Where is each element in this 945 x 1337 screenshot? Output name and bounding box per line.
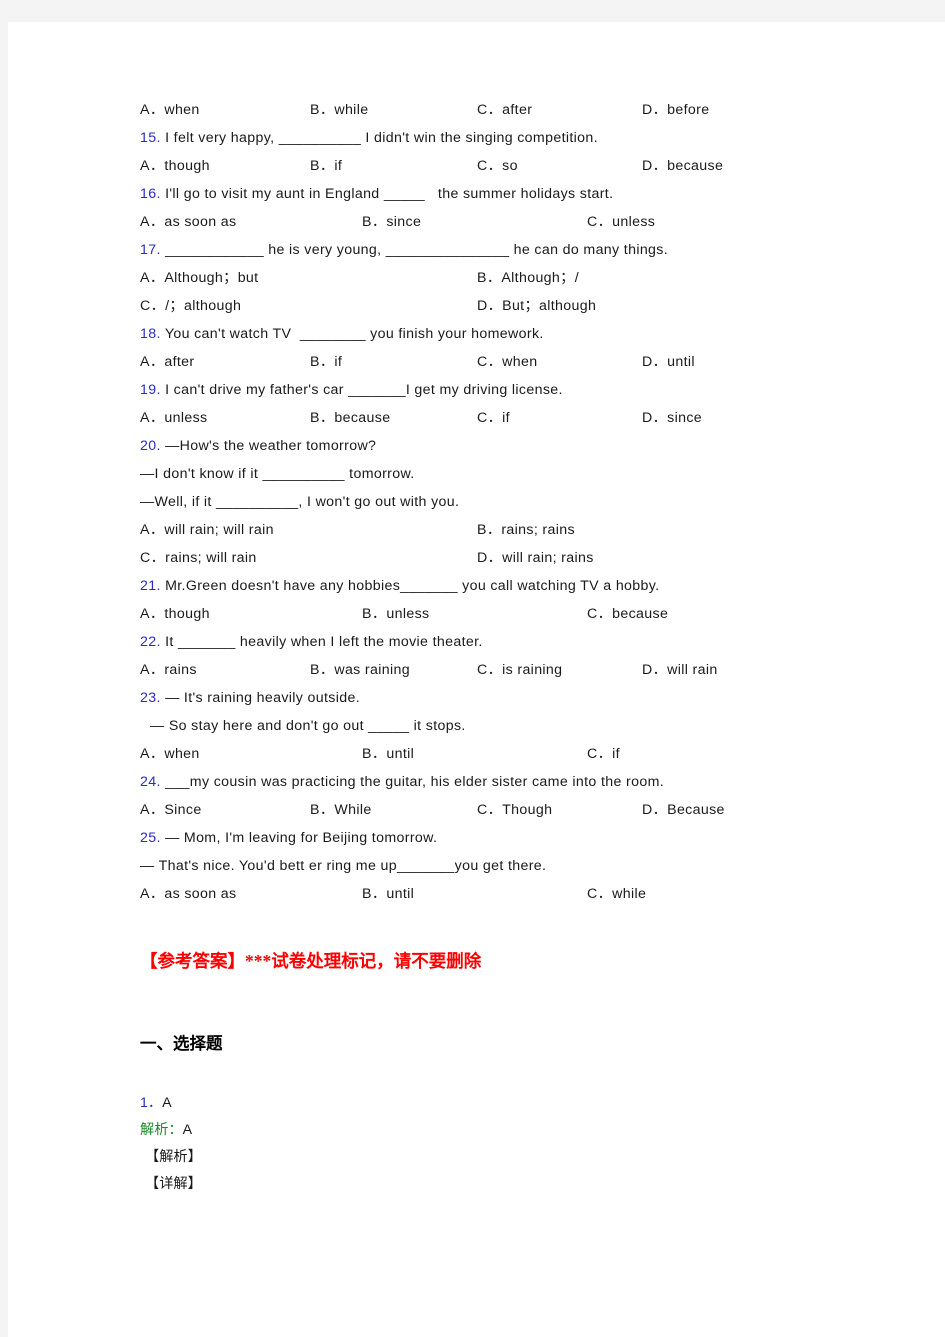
detail-bracket: 【详解】 (145, 1176, 202, 1192)
question-text: — It's raining heavily outside. (160, 690, 361, 706)
analysis-line: 解析：A (140, 1117, 880, 1144)
option-row: A．after B．if C．when D．until (140, 348, 880, 376)
option-a[interactable]: A．rains (140, 656, 197, 684)
option-b[interactable]: B．since (362, 208, 421, 236)
option-row: C．rains; will rain D．will rain; rains (140, 544, 880, 572)
option-c[interactable]: C．unless (587, 208, 655, 236)
question-stem: 24. ___my cousin was practicing the guit… (140, 768, 880, 796)
question-text: I felt very happy, __________ I didn't w… (160, 130, 598, 146)
option-c[interactable]: C．while (587, 880, 646, 908)
answer-value: A (162, 1095, 172, 1111)
question-stem: 23. — It's raining heavily outside. (140, 684, 880, 712)
option-row: A．when B．while C．after D．before (140, 96, 880, 124)
option-c[interactable]: C．Though (477, 796, 552, 824)
option-b[interactable]: B．because (310, 404, 390, 432)
option-row: A．though B．if C．so D．because (140, 152, 880, 180)
question-stem: 15. I felt very happy, __________ I didn… (140, 124, 880, 152)
dialogue-line: —Well, if it __________, I won't go out … (140, 494, 460, 510)
option-c[interactable]: C．/；although (140, 292, 241, 320)
option-d[interactable]: D．because (642, 152, 723, 180)
option-a[interactable]: A．though (140, 152, 210, 180)
dialogue-line: —I don't know if it __________ tomorrow. (140, 466, 415, 482)
question-stem: 19. I can't drive my father's car ______… (140, 376, 880, 404)
analysis-bracket: 【解析】 (145, 1149, 202, 1165)
option-d[interactable]: D．until (642, 348, 695, 376)
option-b[interactable]: B．until (362, 880, 414, 908)
question-text: Mr.Green doesn't have any hobbies_______… (160, 578, 660, 594)
dialogue-line: — So stay here and don't go out _____ it… (150, 718, 466, 734)
document-content: A．when B．while C．after D．before 15. I fe… (140, 96, 880, 1198)
option-a[interactable]: A．after (140, 348, 195, 376)
option-a[interactable]: A．when (140, 96, 200, 124)
option-d[interactable]: D．will rain; rains (477, 544, 594, 572)
question-text: It _______ heavily when I left the movie… (160, 634, 483, 650)
analysis-label: 解析： (140, 1122, 183, 1138)
option-d[interactable]: D．will rain (642, 656, 718, 684)
option-d[interactable]: D．But；although (477, 292, 596, 320)
option-b[interactable]: B．was raining (310, 656, 410, 684)
option-row: C．/；although D．But；although (140, 292, 880, 320)
option-a[interactable]: A．Since (140, 796, 202, 824)
question-stem: 21. Mr.Green doesn't have any hobbies___… (140, 572, 880, 600)
answer-number-line: 1．A (140, 1090, 880, 1117)
question-text: I'll go to visit my aunt in England ____… (160, 186, 614, 202)
option-c[interactable]: C．rains; will rain (140, 544, 257, 572)
option-row: A．Although；but B．Although；/ (140, 264, 880, 292)
option-row: A．as soon as B．until C．while (140, 880, 880, 908)
option-d[interactable]: D．before (642, 96, 709, 124)
answer-item: 1．A 解析：A 【解析】 【详解】 (140, 1090, 880, 1198)
option-a[interactable]: A．as soon as (140, 880, 236, 908)
option-c[interactable]: C．so (477, 152, 518, 180)
option-a[interactable]: A．Although；but (140, 264, 258, 292)
option-c[interactable]: C．if (587, 740, 620, 768)
question-stem: 25. — Mom, I'm leaving for Beijing tomor… (140, 824, 880, 852)
analysis-value: A (182, 1122, 193, 1138)
question-stem: 17. ____________ he is very young, _____… (140, 236, 880, 264)
option-b[interactable]: B．rains; rains (477, 516, 575, 544)
option-d[interactable]: D．Because (642, 796, 725, 824)
option-row: A．Since B．While C．Though D．Because (140, 796, 880, 824)
option-b[interactable]: B．Although；/ (477, 264, 579, 292)
option-c[interactable]: C．is raining (477, 656, 562, 684)
answer-key-marker: 【参考答案】***试卷处理标记，请不要删除 (140, 951, 482, 971)
option-row: A．as soon as B．since C．unless (140, 208, 880, 236)
question-text: I can't drive my father's car _______I g… (160, 382, 563, 398)
option-c[interactable]: C．because (587, 600, 668, 628)
question-text: ____________ he is very young, _________… (160, 242, 669, 258)
option-row: A．unless B．because C．if D．since (140, 404, 880, 432)
question-stem: 16. I'll go to visit my aunt in England … (140, 180, 880, 208)
option-row: A．will rain; will rain B．rains; rains (140, 516, 880, 544)
option-b[interactable]: B．While (310, 796, 372, 824)
option-a[interactable]: A．though (140, 600, 210, 628)
option-b[interactable]: B．while (310, 96, 368, 124)
answers-section-heading: 一、选择题 (140, 1034, 223, 1053)
option-a[interactable]: A．will rain; will rain (140, 516, 274, 544)
question-text: — Mom, I'm leaving for Beijing tomorrow. (160, 830, 438, 846)
option-b[interactable]: B．if (310, 348, 342, 376)
option-a[interactable]: A．as soon as (140, 208, 236, 236)
option-c[interactable]: C．after (477, 96, 532, 124)
question-stem: 18. You can't watch TV ________ you fini… (140, 320, 880, 348)
option-b[interactable]: B．until (362, 740, 414, 768)
question-stem: 22. It _______ heavily when I left the m… (140, 628, 880, 656)
question-text: —How's the weather tomorrow? (160, 438, 377, 454)
option-row: A．when B．until C．if (140, 740, 880, 768)
option-a[interactable]: A．when (140, 740, 200, 768)
option-a[interactable]: A．unless (140, 404, 207, 432)
question-stem: 20. —How's the weather tomorrow? (140, 432, 880, 460)
option-b[interactable]: B．if (310, 152, 342, 180)
option-b[interactable]: B．unless (362, 600, 429, 628)
option-row: A．rains B．was raining C．is raining D．wil… (140, 656, 880, 684)
dialogue-line: — That's nice. You'd bett er ring me up_… (140, 858, 547, 874)
option-row: A．though B．unless C．because (140, 600, 880, 628)
option-c[interactable]: C．when (477, 348, 537, 376)
answer-number: 1． (140, 1095, 163, 1111)
question-text: ___my cousin was practicing the guitar, … (160, 774, 665, 790)
option-c[interactable]: C．if (477, 404, 510, 432)
document-page: A．when B．while C．after D．before 15. I fe… (8, 22, 945, 1337)
option-d[interactable]: D．since (642, 404, 702, 432)
question-text: You can't watch TV ________ you finish y… (160, 326, 544, 342)
